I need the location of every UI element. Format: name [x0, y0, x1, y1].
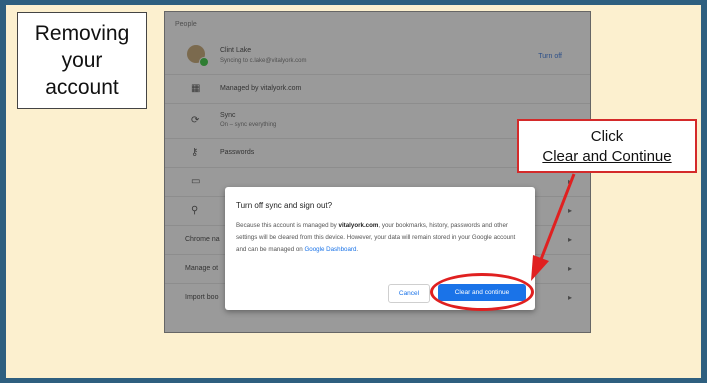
- location-icon: ⚲: [191, 205, 199, 216]
- dialog-domain: vitalyork.com: [338, 222, 379, 229]
- slide: Removing your account People Clint Lake …: [6, 5, 701, 378]
- chrome-name-label: Chrome na: [185, 236, 220, 243]
- slide-title-line-2: your: [61, 49, 103, 72]
- import-label: Import boo: [185, 294, 219, 301]
- chevron-right-icon: ▸: [567, 206, 572, 215]
- chevron-right-icon: ▸: [567, 293, 572, 302]
- callout-line-2: Clear and Continue: [542, 148, 672, 165]
- building-icon: ▦: [191, 83, 201, 94]
- managed-label: Managed by vitalyork.com: [220, 85, 302, 92]
- chevron-right-icon: ▸: [567, 264, 572, 273]
- section-heading: People: [175, 21, 197, 28]
- manage-other-label: Manage ot: [185, 265, 219, 272]
- sync-icon: ⟳: [191, 115, 200, 126]
- account-status: Syncing to c.lake@vitalyork.com: [220, 58, 307, 64]
- sync-label: Sync: [220, 112, 236, 119]
- cancel-button[interactable]: Cancel: [388, 284, 430, 303]
- turn-off-button[interactable]: Turn off: [538, 53, 562, 60]
- callout-line-1: Click: [590, 128, 624, 145]
- chevron-right-icon: ▸: [567, 177, 572, 186]
- google-dashboard-link[interactable]: Google Dashboard: [304, 246, 356, 253]
- dialog-body-prefix: Because this account is managed by: [236, 222, 339, 229]
- sync-sub-label: On – sync everything: [220, 122, 277, 128]
- passwords-label: Passwords: [220, 149, 255, 156]
- key-icon: ⚷: [191, 147, 199, 158]
- highlight-circle: [430, 273, 534, 311]
- dialog-title: Turn off sync and sign out?: [236, 201, 333, 210]
- slide-title-line-1: Removing: [34, 22, 130, 45]
- card-icon: ▭: [191, 176, 201, 187]
- account-row[interactable]: Clint Lake Syncing to c.lake@vitalyork.c…: [165, 38, 590, 75]
- dialog-body-end: .: [356, 246, 359, 253]
- slide-title: Removing your account: [17, 12, 147, 109]
- chevron-right-icon: ▸: [567, 235, 572, 244]
- managed-row: ▦ Managed by vitalyork.com: [165, 75, 590, 104]
- account-name: Clint Lake: [220, 47, 252, 54]
- instruction-callout: Click Clear and Continue: [517, 119, 697, 173]
- sync-status-dot: [199, 57, 209, 67]
- slide-title-line-3: account: [45, 76, 119, 99]
- dialog-body: Because this account is managed by vital…: [236, 220, 524, 256]
